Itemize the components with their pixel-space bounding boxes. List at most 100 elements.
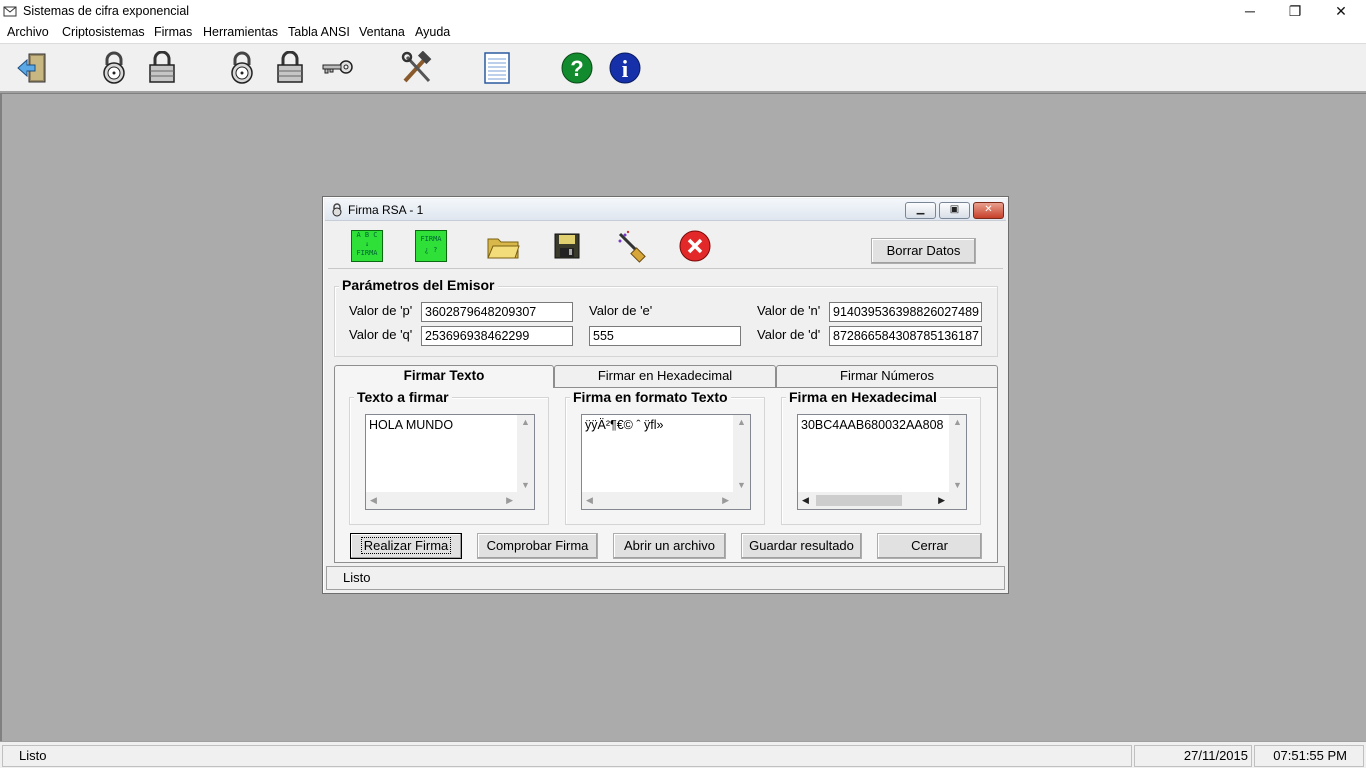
sender-params-legend: Parámetros del Emisor	[339, 277, 498, 293]
info-icon[interactable]: i	[607, 50, 643, 86]
envelope-icon	[3, 4, 17, 18]
menu-ayuda[interactable]: Ayuda	[415, 25, 450, 39]
scroll-left-icon[interactable]: ◀	[802, 495, 809, 506]
minimize-button[interactable]: ─	[1227, 0, 1273, 22]
q-label: Valor de 'q'	[349, 327, 413, 342]
status-time: 07:51:55 PM	[1254, 745, 1364, 767]
key-icon[interactable]	[320, 50, 356, 86]
child-close-button[interactable]: ✕	[973, 202, 1004, 219]
padlock-icon[interactable]	[272, 50, 308, 86]
p-label: Valor de 'p'	[349, 303, 413, 318]
menu-criptosistemas[interactable]: Criptosistemas	[62, 25, 145, 39]
scroll-thumb[interactable]	[816, 495, 902, 506]
menu-archivo[interactable]: Archivo	[7, 25, 49, 39]
horizontal-scrollbar[interactable]: ◀ ▶	[366, 492, 517, 509]
open-file-button[interactable]: Abrir un archivo	[613, 533, 726, 559]
exit-icon[interactable]	[15, 50, 51, 86]
signature-hex-memo[interactable]: 30BC4AAB680032AA808 ▲ ▼ ◀ ▶	[797, 414, 967, 510]
e-label: Valor de 'e'	[589, 303, 653, 318]
main-status-bar: Listo 27/11/2015 07:51:55 PM	[0, 741, 1366, 768]
tab-firmar-texto[interactable]: Firmar Texto	[334, 365, 554, 388]
signature-text-value: ÿÿÄ²¶€© ˆ ÿfl»	[585, 418, 664, 432]
status-date: 27/11/2015	[1134, 745, 1252, 767]
tab-firmar-numeros[interactable]: Firmar Números	[776, 365, 998, 387]
child-toolbar: A B C ↓ FIRMA FIRMA ¿ ? Borrar Datos	[328, 225, 1005, 267]
menu-herramientas[interactable]: Herramientas	[203, 25, 278, 39]
tools-icon[interactable]	[399, 50, 435, 86]
scroll-down-icon[interactable]: ▼	[521, 480, 530, 490]
svg-text:?: ?	[570, 56, 583, 81]
child-status-bar: Listo	[326, 566, 1005, 590]
scroll-corner	[517, 492, 534, 509]
status-message: Listo	[2, 745, 1132, 767]
save-result-button[interactable]: Guardar resultado	[741, 533, 862, 559]
scroll-right-icon[interactable]: ▶	[506, 495, 513, 506]
scroll-left-icon[interactable]: ◀	[370, 495, 377, 506]
abc-to-signature-icon[interactable]: A B C ↓ FIRMA	[350, 229, 384, 263]
menu-tabla-ansi[interactable]: Tabla ANSI	[288, 25, 350, 39]
tab-firmar-hexadecimal[interactable]: Firmar en Hexadecimal	[554, 365, 776, 387]
scroll-right-icon[interactable]: ▶	[938, 495, 945, 506]
scroll-down-icon[interactable]: ▼	[953, 480, 962, 490]
lock-combination-icon[interactable]	[224, 50, 260, 86]
scroll-up-icon[interactable]: ▲	[521, 417, 530, 427]
d-input[interactable]: 872866584308785136187	[829, 326, 982, 346]
signature-text-memo[interactable]: ÿÿÄ²¶€© ˆ ÿfl» ▲ ▼ ◀ ▶	[581, 414, 751, 510]
scroll-corner	[733, 492, 750, 509]
signature-text-legend: Firma en formato Texto	[570, 389, 731, 405]
verify-signature-button[interactable]: Comprobar Firma	[477, 533, 598, 559]
close-window-button[interactable]: Cerrar	[877, 533, 982, 559]
toolbar-divider	[328, 268, 1003, 269]
notepad-icon[interactable]	[479, 50, 515, 86]
verify-signature-icon[interactable]: FIRMA ¿ ?	[414, 229, 448, 263]
sign-button-label: Realizar Firma	[360, 537, 452, 554]
help-icon[interactable]: ?	[559, 50, 595, 86]
restore-button[interactable]: ❐	[1272, 0, 1318, 22]
child-title: Firma RSA - 1	[348, 203, 424, 217]
scroll-corner	[949, 492, 966, 509]
q-input[interactable]: 253696938462299	[421, 326, 573, 346]
child-titlebar: Firma RSA - 1 ▁ ▣ ✕	[325, 199, 1006, 221]
lock-combination-icon	[331, 203, 343, 220]
menu-ventana[interactable]: Ventana	[359, 25, 405, 39]
svg-text:i: i	[622, 57, 629, 83]
vertical-scrollbar[interactable]: ▲ ▼	[733, 415, 750, 492]
signature-hex-legend: Firma en Hexadecimal	[786, 389, 940, 405]
scroll-right-icon[interactable]: ▶	[722, 495, 729, 506]
child-restore-button[interactable]: ▣	[939, 202, 970, 219]
save-disk-icon[interactable]	[550, 229, 584, 263]
menu-bar: Archivo Criptosistemas Firmas Herramient…	[0, 23, 1366, 43]
padlock-icon[interactable]	[144, 50, 180, 86]
text-to-sign-memo[interactable]: HOLA MUNDO ▲ ▼ ◀ ▶	[365, 414, 535, 510]
vertical-scrollbar[interactable]: ▲ ▼	[949, 415, 966, 492]
text-to-sign-legend: Texto a firmar	[354, 389, 452, 405]
clear-data-button[interactable]: Borrar Datos	[871, 238, 976, 264]
main-toolbar: ? i	[0, 43, 1366, 93]
p-input[interactable]: 3602879648209307	[421, 302, 573, 322]
clear-brush-icon[interactable]	[615, 229, 649, 263]
scroll-left-icon[interactable]: ◀	[586, 495, 593, 506]
vertical-scrollbar[interactable]: ▲ ▼	[517, 415, 534, 492]
horizontal-scrollbar[interactable]: ◀ ▶	[582, 492, 733, 509]
sign-button[interactable]: Realizar Firma	[350, 533, 462, 559]
scroll-down-icon[interactable]: ▼	[737, 480, 746, 490]
n-input[interactable]: 914039536398826027489	[829, 302, 982, 322]
scroll-up-icon[interactable]: ▲	[953, 417, 962, 427]
scroll-up-icon[interactable]: ▲	[737, 417, 746, 427]
close-button[interactable]: ✕	[1318, 0, 1364, 22]
d-label: Valor de 'd'	[757, 327, 821, 342]
child-minimize-button[interactable]: ▁	[905, 202, 936, 219]
app-titlebar: Sistemas de cifra exponencial ─ ❐ ✕	[0, 0, 1366, 23]
child-status-text: Listo	[343, 570, 371, 585]
e-input[interactable]: 555	[589, 326, 741, 346]
open-folder-icon[interactable]	[486, 229, 520, 263]
firma-rsa-window: Firma RSA - 1 ▁ ▣ ✕ A B C ↓ FIRMA FIRMA …	[322, 196, 1009, 594]
app-title: Sistemas de cifra exponencial	[23, 4, 190, 18]
close-red-icon[interactable]	[678, 229, 712, 263]
signature-hex-value: 30BC4AAB680032AA808	[801, 418, 944, 432]
n-label: Valor de 'n'	[757, 303, 821, 318]
lock-combination-icon[interactable]	[96, 50, 132, 86]
text-to-sign-value: HOLA MUNDO	[369, 418, 454, 432]
menu-firmas[interactable]: Firmas	[154, 25, 192, 39]
horizontal-scrollbar[interactable]: ◀ ▶	[798, 492, 949, 509]
